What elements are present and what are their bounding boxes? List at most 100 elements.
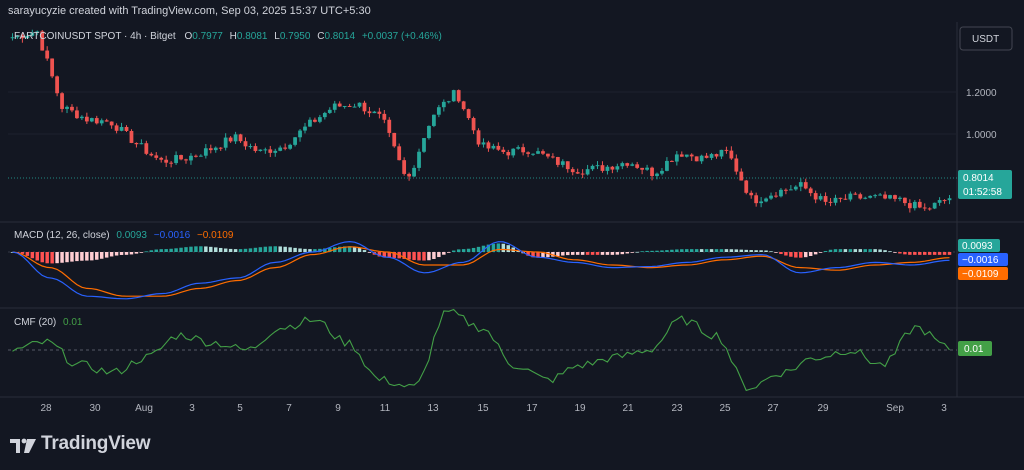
candle-body bbox=[75, 110, 79, 119]
macd-legend-name: MACD (12, 26, close) bbox=[14, 230, 110, 241]
time-tick: 29 bbox=[817, 403, 829, 414]
candle-body bbox=[402, 160, 407, 174]
macd-histogram-bar bbox=[556, 252, 560, 257]
candle-body bbox=[788, 189, 793, 191]
macd-histogram-bar bbox=[843, 249, 848, 252]
macd-histogram-bar bbox=[357, 248, 362, 252]
time-tick: 21 bbox=[622, 403, 634, 414]
candle-body bbox=[213, 147, 218, 151]
close-value: 0.8014 bbox=[324, 31, 355, 42]
chart-window: sarayucyzie created with TradingView.com… bbox=[0, 0, 1024, 470]
candle-body bbox=[615, 166, 620, 170]
candle-body bbox=[560, 161, 565, 165]
candle-body bbox=[754, 195, 759, 204]
candle-body bbox=[863, 197, 868, 199]
macd-histogram-bar bbox=[848, 249, 853, 252]
currency-button[interactable]: USDT bbox=[959, 26, 1013, 51]
macd-histogram-bar bbox=[665, 250, 669, 252]
macd-histogram-bar bbox=[645, 250, 649, 252]
candle-body bbox=[779, 189, 783, 197]
candle-body bbox=[65, 106, 69, 109]
macd-histogram-bar bbox=[263, 246, 268, 252]
candle-body bbox=[238, 134, 243, 142]
macd-histogram-bar bbox=[45, 252, 49, 264]
candle-body bbox=[605, 166, 610, 171]
candle-body bbox=[516, 147, 521, 149]
macd-histogram-bar bbox=[873, 249, 877, 252]
candle-body bbox=[154, 155, 159, 158]
macd-line-label: −0.0016 bbox=[962, 255, 999, 266]
candle-body bbox=[907, 203, 912, 209]
macd-histogram-bar bbox=[813, 252, 818, 255]
candle-body bbox=[947, 198, 952, 201]
macd-histogram-bar bbox=[80, 252, 84, 261]
candle-body bbox=[258, 149, 263, 151]
candle-body bbox=[313, 119, 317, 122]
macd-histogram-bar bbox=[764, 250, 768, 252]
candle-body bbox=[684, 154, 689, 157]
candle-body bbox=[660, 170, 664, 174]
macd-histogram-bar bbox=[447, 252, 451, 253]
candle-body bbox=[50, 58, 55, 77]
candle-body bbox=[179, 155, 183, 160]
candle-body bbox=[303, 126, 307, 131]
footer: TradingView bbox=[0, 424, 1024, 470]
candle-body bbox=[858, 194, 863, 199]
macd-histogram-bar bbox=[605, 252, 610, 255]
candle-body bbox=[709, 154, 714, 158]
currency-label: USDT bbox=[972, 34, 999, 45]
candle-body bbox=[422, 138, 426, 152]
macd-histogram-bar bbox=[70, 252, 74, 262]
candle-body bbox=[382, 113, 387, 120]
macd-histogram-bar bbox=[214, 247, 218, 252]
macd-histogram-bar bbox=[625, 252, 629, 254]
candle-body bbox=[873, 195, 878, 197]
candle-body bbox=[541, 151, 545, 154]
candle-body bbox=[362, 102, 367, 112]
macd-histogram-bar bbox=[585, 252, 590, 255]
macd-histogram-bar bbox=[139, 252, 144, 253]
candle-body bbox=[412, 167, 416, 177]
macd-histogram-bar bbox=[124, 252, 129, 255]
macd-histogram-bar bbox=[635, 251, 639, 253]
macd-histogram-bar bbox=[922, 252, 927, 255]
candle-body bbox=[461, 101, 466, 110]
macd-histogram-bar bbox=[407, 252, 411, 260]
macd-histogram-bar bbox=[258, 247, 263, 252]
macd-signal-label: −0.0109 bbox=[962, 269, 999, 280]
candle-body bbox=[372, 111, 377, 114]
macd-histogram-bar bbox=[253, 247, 258, 252]
macd-histogram-bar bbox=[114, 252, 119, 256]
macd-histogram-bar bbox=[680, 249, 684, 252]
macd-histogram-bar bbox=[278, 246, 282, 252]
candle-body bbox=[392, 132, 397, 147]
macd-histogram-bar bbox=[818, 252, 823, 253]
candle-body bbox=[699, 155, 704, 162]
candle-body bbox=[347, 105, 352, 107]
macd-histogram-bar bbox=[794, 252, 798, 258]
change-value: +0.0037 (+0.46%) bbox=[362, 31, 442, 42]
macd-histogram-bar bbox=[918, 252, 922, 255]
macd-histogram-bar bbox=[858, 249, 863, 252]
symbol-label: FARTCOINUSDT SPOT · 4h · Bitget bbox=[14, 31, 176, 42]
time-tick: 30 bbox=[89, 403, 101, 414]
candle-body bbox=[427, 125, 431, 139]
candle-body bbox=[600, 165, 605, 171]
time-tick: 23 bbox=[671, 403, 683, 414]
candle-body bbox=[536, 151, 540, 154]
chart-canvas[interactable]: 1.2000 1.0000 0.8014 01:52:58 USDT FARTC… bbox=[0, 0, 1024, 424]
candle-body bbox=[551, 156, 555, 158]
macd-legend-hist: 0.0093 bbox=[116, 230, 147, 241]
macd-histogram-bar bbox=[199, 246, 203, 252]
candle-body bbox=[253, 146, 258, 151]
macd-histogram-bar bbox=[129, 252, 134, 255]
candle-body bbox=[704, 155, 709, 158]
candle-body bbox=[45, 50, 50, 59]
macd-histogram-bar bbox=[506, 245, 511, 252]
candle-body bbox=[471, 118, 476, 131]
macd-histogram-bar bbox=[99, 252, 104, 259]
macd-histogram-bar bbox=[650, 250, 654, 252]
time-tick: 9 bbox=[335, 403, 341, 414]
macd-legend-signal: −0.0109 bbox=[197, 230, 234, 241]
candle-body bbox=[759, 201, 764, 204]
